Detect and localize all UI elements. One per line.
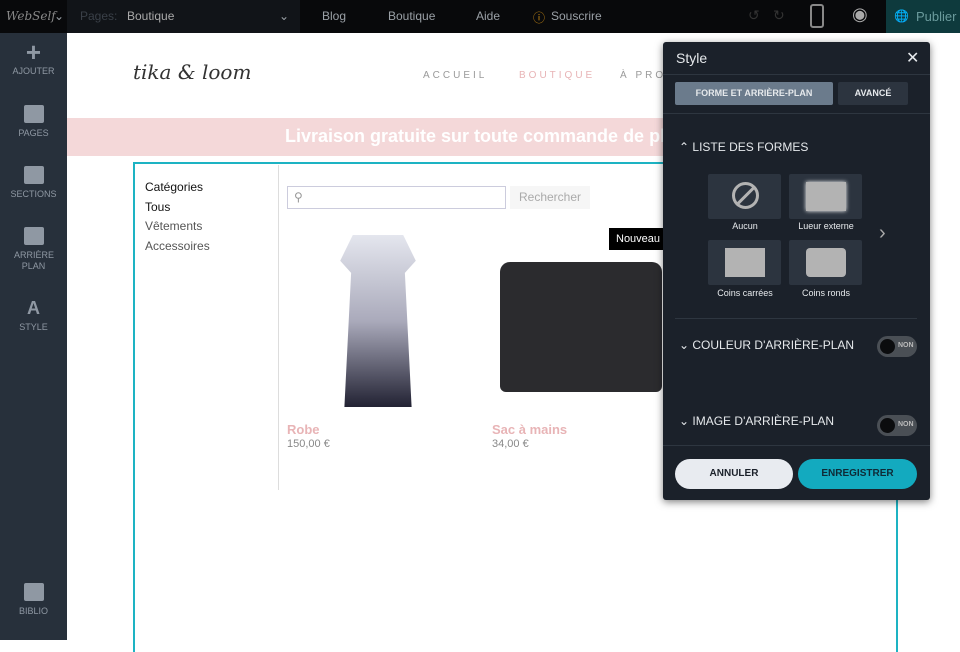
panel-title: Style bbox=[676, 50, 708, 66]
search-input[interactable]: ⚲ bbox=[287, 186, 506, 209]
chevron-down-icon: ⌄ bbox=[279, 9, 290, 23]
site-nav-accueil[interactable]: ACCUEIL bbox=[423, 70, 487, 81]
search-button[interactable]: Rechercher bbox=[510, 186, 590, 209]
chevron-up-icon: ⌃ bbox=[679, 140, 693, 154]
shape-square-corners[interactable] bbox=[708, 240, 781, 285]
mobile-icon[interactable] bbox=[810, 4, 824, 28]
toggle-label: NON bbox=[898, 421, 914, 428]
nav-blog[interactable]: Blog bbox=[322, 9, 346, 23]
shape-outer-glow[interactable] bbox=[789, 174, 862, 219]
sidebar-item-add[interactable]: + AJOUTER bbox=[0, 37, 67, 77]
sidebar-item-style[interactable]: A STYLE bbox=[0, 299, 67, 333]
top-bar: WebSelf ⌄ Pages: Boutique ⌄ Blog Boutiqu… bbox=[0, 0, 960, 33]
style-panel: Style ✕ FORME ET ARRIÈRE-PLAN AVANCÉ ⌃ L… bbox=[663, 42, 930, 500]
style-icon: A bbox=[27, 298, 40, 318]
rounded-preview-icon bbox=[806, 248, 846, 277]
nav-aide[interactable]: Aide bbox=[476, 9, 500, 23]
product-name[interactable]: Sac à mains bbox=[492, 422, 567, 437]
left-sidebar: + AJOUTER PAGES SECTIONS ARRIÈRE PLAN A ST… bbox=[0, 33, 67, 640]
sidebar-item-background[interactable]: ARRIÈRE PLAN bbox=[0, 227, 67, 272]
redo-icon[interactable]: ↻ bbox=[773, 7, 785, 24]
close-icon[interactable]: ✕ bbox=[906, 48, 919, 68]
search-icon: ⚲ bbox=[294, 190, 303, 204]
webself-logo[interactable]: WebSelf bbox=[6, 9, 56, 23]
label: ARRIÈRE PLAN bbox=[14, 250, 55, 271]
site-nav-boutique[interactable]: BOUTIQUE bbox=[519, 70, 595, 81]
eye-icon[interactable]: ◉ bbox=[852, 4, 868, 25]
publish-button[interactable]: 🌐 Publier bbox=[886, 0, 960, 33]
bg-color-toggle[interactable]: NON bbox=[877, 336, 917, 357]
product-price: 150,00 € bbox=[287, 438, 330, 450]
site-nav-apropos[interactable]: À PRO bbox=[620, 70, 666, 81]
undo-icon[interactable]: ↺ bbox=[748, 7, 760, 24]
shape-label: Coins ronds bbox=[801, 288, 851, 298]
square-preview-icon bbox=[725, 248, 765, 277]
label: BIBLIO bbox=[18, 606, 48, 616]
publish-label: Publier bbox=[916, 9, 957, 24]
tab-advanced[interactable]: AVANCÉ bbox=[838, 82, 908, 105]
product-price: 34,00 € bbox=[492, 438, 529, 450]
sidebar-item-library[interactable]: BIBLIO bbox=[0, 583, 67, 617]
sidebar-item-sections[interactable]: SECTIONS bbox=[0, 166, 67, 200]
chevron-down-icon: ⌄ bbox=[679, 338, 693, 352]
label: AJOUTER bbox=[12, 66, 55, 76]
save-button[interactable]: ENREGISTRER bbox=[798, 459, 917, 489]
pages-icon bbox=[23, 105, 44, 123]
new-badge: Nouveau bbox=[609, 228, 665, 250]
bg-image-toggle[interactable]: NON bbox=[877, 415, 917, 436]
info-icon: ⓘ bbox=[533, 11, 546, 25]
pages-dropdown[interactable]: Pages: Boutique ⌄ bbox=[67, 0, 300, 33]
categories-title: Catégories bbox=[145, 180, 204, 194]
category-all[interactable]: Tous bbox=[145, 200, 170, 214]
globe-icon: 🌐 bbox=[894, 9, 909, 23]
label: IMAGE D'ARRIÈRE-PLAN bbox=[692, 414, 835, 428]
shape-label: Coins carrées bbox=[717, 288, 773, 298]
bg-color-header[interactable]: ⌄ COULEUR D'ARRIÈRE-PLAN bbox=[679, 338, 854, 352]
pages-label: Pages: bbox=[80, 9, 118, 23]
category-accessories[interactable]: Accessoires bbox=[145, 239, 210, 253]
label: STYLE bbox=[19, 322, 48, 332]
none-icon bbox=[732, 182, 759, 209]
glow-preview-icon bbox=[806, 182, 846, 211]
sidebar-item-pages[interactable]: PAGES bbox=[0, 105, 67, 139]
divider bbox=[278, 165, 279, 490]
tab-shape-background[interactable]: FORME ET ARRIÈRE-PLAN bbox=[675, 82, 833, 105]
label: PAGES bbox=[18, 128, 49, 138]
label: COULEUR D'ARRIÈRE-PLAN bbox=[692, 338, 855, 352]
shape-rounded-corners[interactable] bbox=[789, 240, 862, 285]
sections-icon bbox=[23, 166, 44, 184]
bg-image-header[interactable]: ⌄ IMAGE D'ARRIÈRE-PLAN bbox=[679, 414, 834, 428]
library-icon bbox=[23, 583, 44, 601]
shape-label: Aucun bbox=[732, 221, 758, 231]
category-clothing[interactable]: Vêtements bbox=[145, 219, 202, 233]
label: LISTE DES FORMES bbox=[692, 140, 809, 154]
pages-value: Boutique bbox=[127, 9, 175, 23]
label: SECTIONS bbox=[10, 189, 57, 199]
shapes-section-header[interactable]: ⌃ LISTE DES FORMES bbox=[679, 140, 808, 154]
shape-none[interactable] bbox=[708, 174, 781, 219]
product-name[interactable]: Robe bbox=[287, 422, 320, 437]
shape-label: Lueur externe bbox=[798, 221, 854, 231]
plus-icon: + bbox=[25, 37, 42, 67]
background-icon bbox=[23, 227, 44, 245]
promo-banner: Livraison gratuite sur toute commande de… bbox=[67, 118, 667, 156]
subscribe-link[interactable]: Souscrire bbox=[551, 9, 602, 23]
chevron-down-icon[interactable]: ⌄ bbox=[54, 9, 64, 23]
chevron-right-icon[interactable]: › bbox=[879, 222, 886, 245]
nav-boutique[interactable]: Boutique bbox=[388, 9, 435, 23]
toggle-label: NON bbox=[898, 342, 914, 349]
site-logo[interactable]: tika & loom bbox=[133, 60, 251, 84]
cancel-button[interactable]: ANNULER bbox=[675, 459, 793, 489]
chevron-down-icon: ⌄ bbox=[679, 414, 693, 428]
product-image-bag[interactable] bbox=[500, 262, 662, 392]
